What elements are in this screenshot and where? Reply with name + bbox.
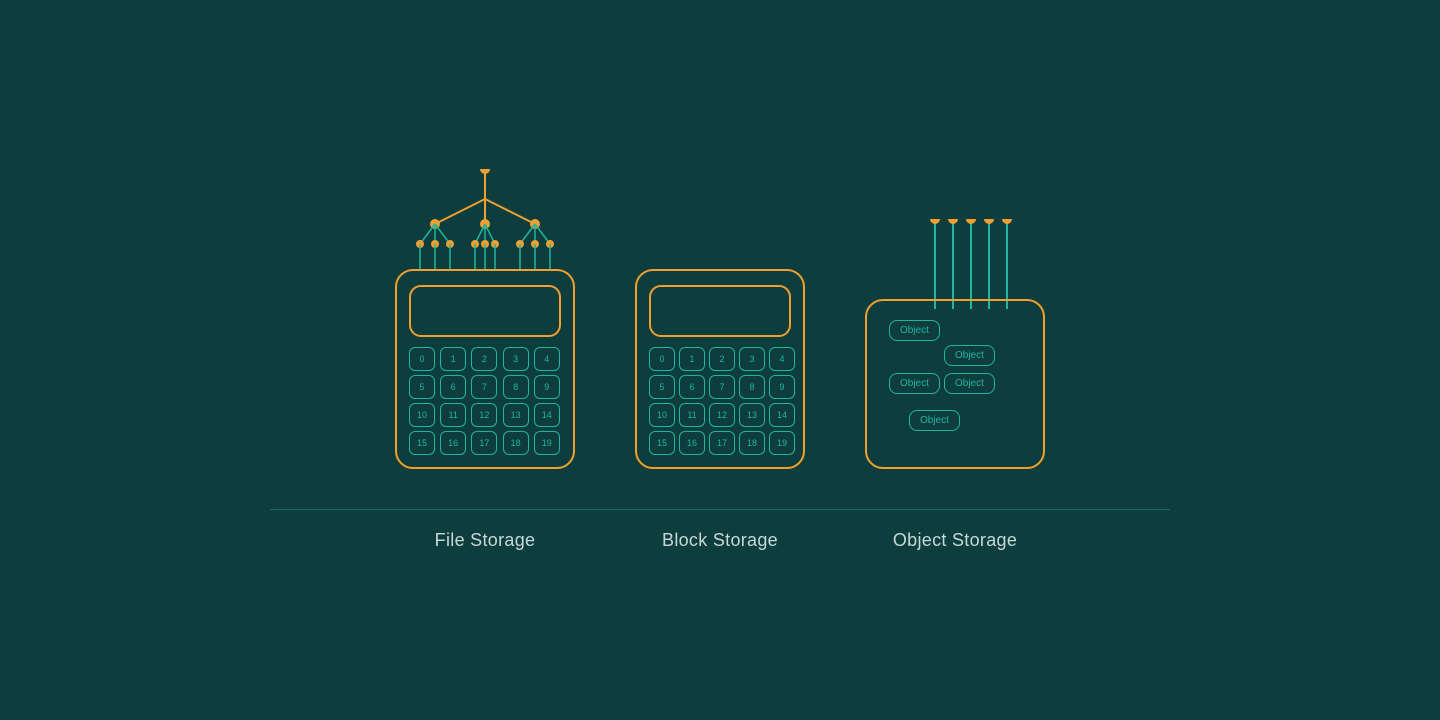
block-top-section [649,285,791,337]
object-item-4: Object [944,373,995,394]
object-item-1: Object [889,320,940,341]
block-num-cell-8: 8 [739,375,765,399]
block-num-cell-0: 0 [649,347,675,371]
block-storage-diagram: 0 1 2 3 4 5 6 7 8 9 10 11 12 13 14 15 16 [635,219,805,469]
file-top-section [409,285,561,337]
block-num-cell-10: 10 [649,403,675,427]
block-num-cell-2: 2 [709,347,735,371]
block-num-cell-6: 6 [679,375,705,399]
file-storage-box: 0 1 2 3 4 5 6 7 8 9 10 11 12 13 14 15 16 [395,269,575,469]
block-top-area [635,219,805,279]
block-num-cell-11: 11 [679,403,705,427]
block-num-cell-18: 18 [739,431,765,455]
num-cell-3: 3 [503,347,529,371]
file-tree-svg [395,169,575,269]
diagrams-area: 0 1 2 3 4 5 6 7 8 9 10 11 12 13 14 15 16 [395,169,1045,499]
file-number-grid: 0 1 2 3 4 5 6 7 8 9 10 11 12 13 14 15 16 [409,347,561,455]
num-cell-11: 11 [440,403,466,427]
num-cell-13: 13 [503,403,529,427]
divider-line [270,509,1170,510]
block-num-cell-4: 4 [769,347,795,371]
block-num-cell-12: 12 [709,403,735,427]
block-num-cell-16: 16 [679,431,705,455]
num-cell-17: 17 [471,431,497,455]
num-cell-15: 15 [409,431,435,455]
block-number-grid: 0 1 2 3 4 5 6 7 8 9 10 11 12 13 14 15 16 [649,347,791,455]
num-cell-10: 10 [409,403,435,427]
main-container: 0 1 2 3 4 5 6 7 8 9 10 11 12 13 14 15 16 [0,169,1440,551]
num-cell-5: 5 [409,375,435,399]
object-item-2: Object [944,345,995,366]
object-top-area [865,219,1045,309]
block-num-cell-7: 7 [709,375,735,399]
object-items-container: Object Object Object Object Object [879,315,1031,455]
file-storage-diagram: 0 1 2 3 4 5 6 7 8 9 10 11 12 13 14 15 16 [395,169,575,469]
object-storage-box: Object Object Object Object Object [865,299,1045,469]
block-storage-label: Block Storage [635,530,805,551]
num-cell-12: 12 [471,403,497,427]
block-num-cell-13: 13 [739,403,765,427]
num-cell-1: 1 [440,347,466,371]
block-num-cell-9: 9 [769,375,795,399]
num-cell-16: 16 [440,431,466,455]
num-cell-14: 14 [534,403,560,427]
labels-row: File Storage Block Storage Object Storag… [0,530,1440,551]
block-num-cell-5: 5 [649,375,675,399]
object-item-5: Object [909,410,960,431]
num-cell-8: 8 [503,375,529,399]
num-cell-4: 4 [534,347,560,371]
block-num-cell-14: 14 [769,403,795,427]
num-cell-7: 7 [471,375,497,399]
object-storage-diagram: Object Object Object Object Object [865,219,1045,469]
num-cell-19: 19 [534,431,560,455]
block-storage-box: 0 1 2 3 4 5 6 7 8 9 10 11 12 13 14 15 16 [635,269,805,469]
num-cell-0: 0 [409,347,435,371]
block-num-cell-17: 17 [709,431,735,455]
block-num-cell-15: 15 [649,431,675,455]
block-num-cell-19: 19 [769,431,795,455]
file-tree-top [395,169,575,269]
block-num-cell-3: 3 [739,347,765,371]
num-cell-18: 18 [503,431,529,455]
object-wires-svg [865,219,1045,309]
object-item-3: Object [889,373,940,394]
file-storage-label: File Storage [395,530,575,551]
object-storage-label: Object Storage [865,530,1045,551]
num-cell-9: 9 [534,375,560,399]
num-cell-6: 6 [440,375,466,399]
block-num-cell-1: 1 [679,347,705,371]
num-cell-2: 2 [471,347,497,371]
